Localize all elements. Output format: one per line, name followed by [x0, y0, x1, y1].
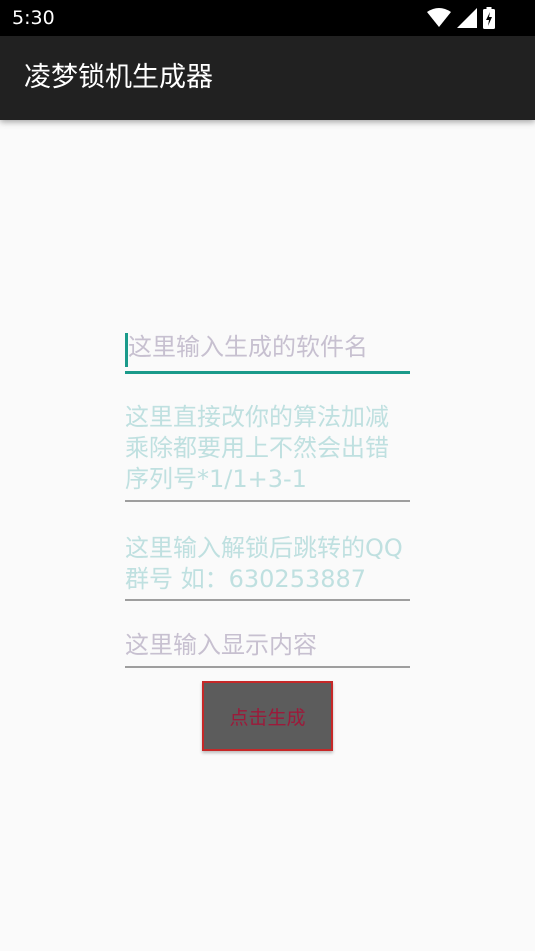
app-bar: 凌梦锁机生成器	[0, 36, 535, 120]
display-content-placeholder: 这里输入显示内容	[125, 631, 317, 659]
algorithm-placeholder: 这里直接改你的算法加减乘除都要用上不然会出错 序列号*1/1+3-1	[125, 403, 389, 493]
status-time: 5:30	[12, 7, 55, 29]
status-icons	[427, 7, 495, 29]
signal-icon	[457, 8, 477, 28]
display-content-input[interactable]: 这里输入显示内容	[125, 630, 410, 668]
app-name-placeholder: 这里输入生成的软件名	[128, 333, 368, 361]
battery-charging-icon	[483, 7, 495, 29]
input-underline	[125, 599, 410, 601]
text-cursor	[125, 333, 128, 367]
app-title: 凌梦锁机生成器	[24, 62, 213, 93]
qq-group-input[interactable]: 这里输入解锁后跳转的QQ群号 如：630253887	[125, 533, 410, 601]
input-underline	[125, 666, 410, 668]
input-underline	[125, 371, 410, 374]
input-underline	[125, 500, 410, 502]
app-name-input[interactable]: 这里输入生成的软件名	[125, 332, 410, 374]
generate-button[interactable]: 点击生成	[202, 681, 333, 751]
wifi-icon	[427, 8, 451, 28]
qq-group-placeholder: 这里输入解锁后跳转的QQ群号 如：630253887	[125, 534, 403, 593]
status-bar: 5:30	[0, 0, 535, 36]
algorithm-input[interactable]: 这里直接改你的算法加减乘除都要用上不然会出错 序列号*1/1+3-1	[125, 402, 410, 502]
